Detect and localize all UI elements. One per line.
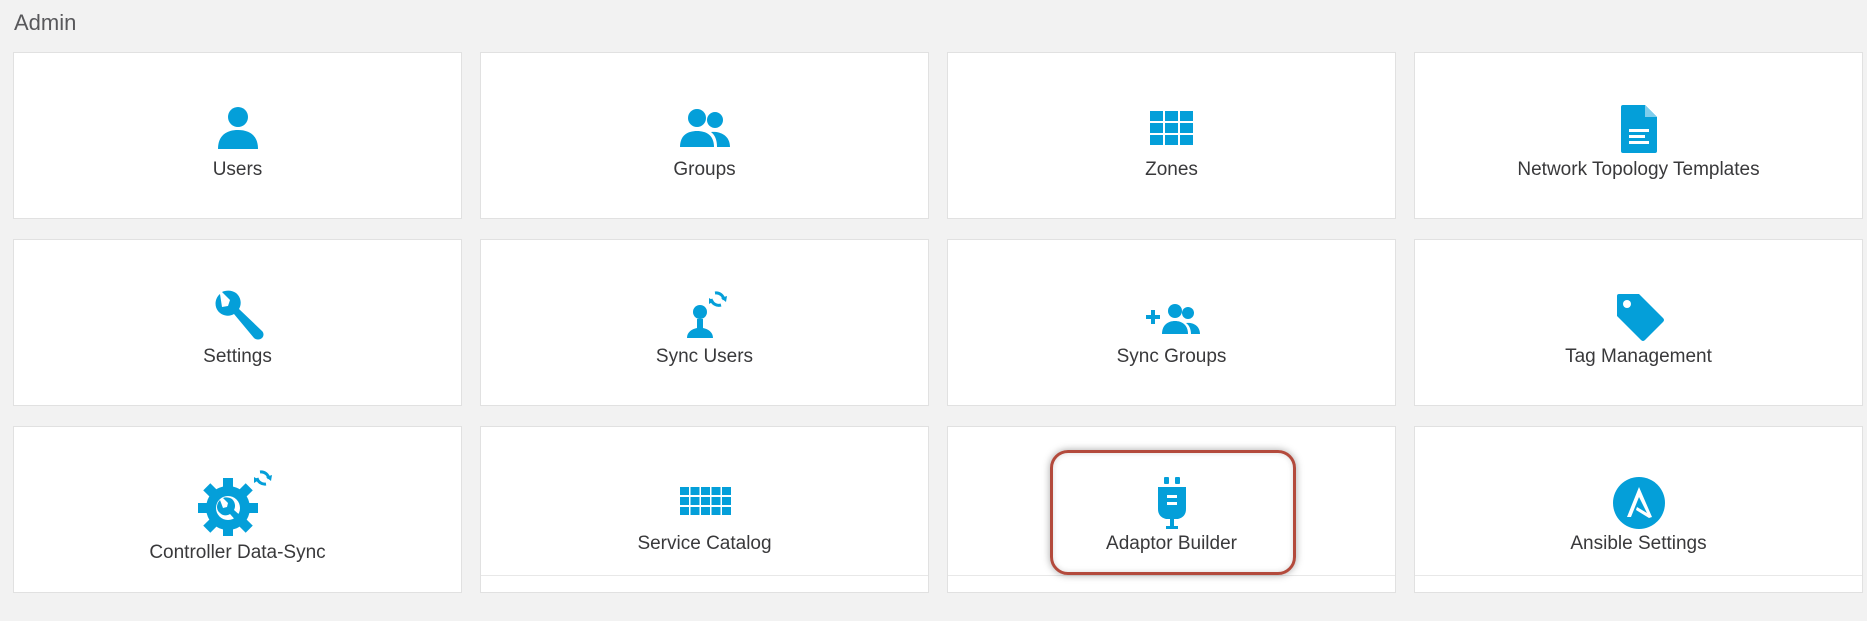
- grid-icon: [1144, 101, 1200, 157]
- tile-users[interactable]: Users: [13, 52, 462, 219]
- tile-sync-users[interactable]: Sync Users: [480, 239, 929, 406]
- groups-icon: [677, 101, 733, 157]
- tile-label: Users: [212, 158, 263, 180]
- tile-settings[interactable]: Settings: [13, 239, 462, 406]
- tile-service-catalog[interactable]: Service Catalog: [480, 426, 929, 593]
- tag-icon: [1611, 288, 1667, 344]
- user-icon: [210, 101, 266, 157]
- gear-sync-icon: [196, 466, 280, 536]
- tile-tag-management[interactable]: Tag Management: [1414, 239, 1863, 406]
- tile-label: Tag Management: [1565, 345, 1712, 367]
- plug-icon: [1144, 475, 1200, 531]
- wrench-icon: [210, 288, 266, 344]
- tile-label: Sync Users: [655, 345, 754, 367]
- tile-label: Network Topology Templates: [1517, 158, 1760, 180]
- tile-label: Settings: [203, 345, 272, 367]
- ansible-icon: [1611, 475, 1667, 531]
- tile-controller-data-sync[interactable]: Controller Data-Sync: [13, 426, 462, 593]
- document-icon: [1611, 101, 1667, 157]
- tile-ansible-settings[interactable]: Ansible Settings: [1414, 426, 1863, 593]
- page-title: Admin: [14, 10, 77, 35]
- tile-label: Adaptor Builder: [1106, 532, 1237, 554]
- tile-zones[interactable]: Zones: [947, 52, 1396, 219]
- tile-label: Zones: [1145, 158, 1198, 180]
- add-group-icon: [1144, 288, 1200, 344]
- tile-adaptor-builder[interactable]: Adaptor Builder: [947, 426, 1396, 593]
- tile-label: Service Catalog: [637, 532, 772, 554]
- tile-groups[interactable]: Groups: [480, 52, 929, 219]
- tile-label: Groups: [673, 158, 736, 180]
- catalog-grid-icon: [677, 475, 733, 531]
- tile-sync-groups[interactable]: Sync Groups: [947, 239, 1396, 406]
- admin-tile-grid: Users Groups Zones Network Topology Temp…: [13, 52, 1863, 593]
- sync-user-icon: [677, 288, 733, 344]
- tile-label: Sync Groups: [1116, 345, 1227, 367]
- tile-network-topology-templates[interactable]: Network Topology Templates: [1414, 52, 1863, 219]
- tile-label: Controller Data-Sync: [149, 541, 326, 563]
- tile-label: Ansible Settings: [1570, 532, 1707, 554]
